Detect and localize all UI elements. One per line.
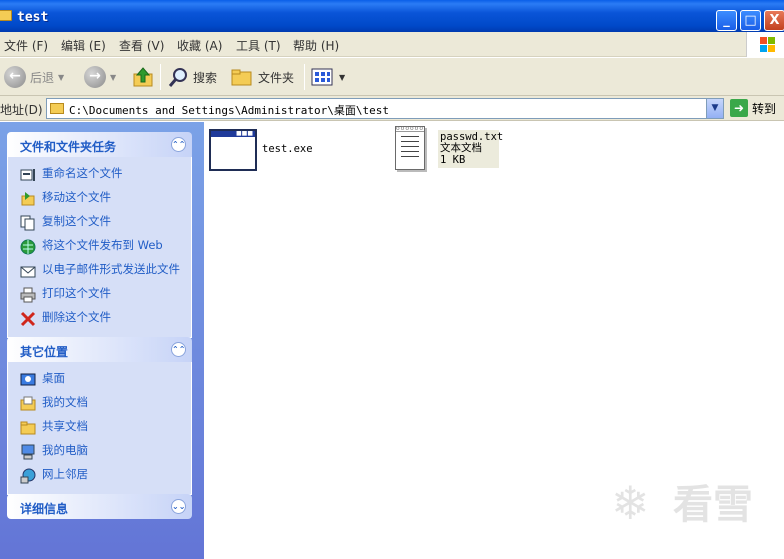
menu-help[interactable]: 帮助 (H) bbox=[293, 37, 339, 54]
back-button[interactable]: ← 后退 ▼ bbox=[4, 64, 64, 90]
folders-button[interactable]: 文件夹 bbox=[230, 64, 294, 90]
address-input[interactable]: C:\Documents and Settings\Administrator\… bbox=[46, 98, 724, 119]
move-icon bbox=[21, 192, 35, 206]
file-tasks-panel: 文件和文件夹任务 ⌃⌃ 重命名这个文件 移动这个文件 复制这个文件 将这个文件发… bbox=[7, 132, 192, 338]
close-button[interactable]: X bbox=[764, 10, 784, 31]
file-item-selected[interactable]: oooooo passwd.txt 文本文档 1 KB bbox=[204, 122, 504, 178]
maximize-button[interactable]: □ bbox=[740, 10, 761, 31]
watermark: ❄ 看雪 bbox=[611, 478, 771, 532]
go-arrow-icon: ➜ bbox=[730, 99, 748, 117]
folder-icon bbox=[50, 103, 64, 114]
delete-icon bbox=[20, 311, 36, 327]
email-icon bbox=[20, 266, 36, 278]
menu-bar: 文件 (F) 编辑 (E) 查看 (V) 收藏 (A) 工具 (T) 帮助 (H… bbox=[0, 32, 784, 57]
publish-web-icon bbox=[20, 239, 36, 255]
toolbar: ← 后退 ▼ → ▼ 搜索 文件夹 ▼ bbox=[0, 58, 784, 96]
my-documents-icon bbox=[20, 396, 36, 411]
menu-tools[interactable]: 工具 (T) bbox=[236, 37, 281, 54]
windows-logo-icon bbox=[746, 32, 784, 57]
task-rename[interactable]: 重命名这个文件 bbox=[20, 163, 191, 187]
back-dropdown-icon: ▼ bbox=[58, 72, 65, 82]
network-places-icon bbox=[20, 468, 36, 484]
up-button[interactable] bbox=[132, 64, 154, 90]
forward-button[interactable]: → ▼ bbox=[84, 64, 116, 90]
text-document-icon: oooooo bbox=[395, 126, 425, 170]
minimize-button[interactable]: _ bbox=[716, 10, 737, 31]
expand-chevron-icon[interactable]: ⌄⌄ bbox=[171, 499, 186, 514]
views-button[interactable]: ▼ bbox=[311, 64, 345, 90]
menu-favorites[interactable]: 收藏 (A) bbox=[177, 37, 222, 54]
task-pane: 文件和文件夹任务 ⌃⌃ 重命名这个文件 移动这个文件 复制这个文件 将这个文件发… bbox=[0, 122, 204, 559]
place-desktop[interactable]: 桌面 bbox=[20, 368, 191, 392]
folders-icon bbox=[231, 69, 252, 86]
place-my-documents[interactable]: 我的文档 bbox=[20, 392, 191, 416]
address-path: C:\Documents and Settings\Administrator\… bbox=[69, 104, 390, 117]
task-delete[interactable]: 删除这个文件 bbox=[20, 307, 191, 331]
task-move[interactable]: 移动这个文件 bbox=[20, 187, 191, 211]
search-magnifier-icon bbox=[168, 68, 187, 87]
task-copy[interactable]: 复制这个文件 bbox=[20, 211, 191, 235]
menu-edit[interactable]: 编辑 (E) bbox=[61, 37, 106, 54]
collapse-chevron-icon[interactable]: ⌃⌃ bbox=[171, 342, 186, 357]
other-places-panel: 其它位置 ⌃⌃ 桌面 我的文档 共享文档 我的电脑 网上邻居 bbox=[7, 337, 192, 495]
place-shared-documents[interactable]: 共享文档 bbox=[20, 416, 191, 440]
go-button[interactable]: ➜ 转到 bbox=[730, 99, 776, 117]
menu-file[interactable]: 文件 (F) bbox=[4, 37, 48, 54]
up-folder-icon bbox=[133, 67, 153, 87]
details-header[interactable]: 详细信息 ⌄⌄ bbox=[7, 494, 192, 519]
address-label: 地址(D) bbox=[0, 103, 43, 117]
other-places-header[interactable]: 其它位置 ⌃⌃ bbox=[7, 337, 192, 362]
snowflake-icon: ❄ bbox=[611, 476, 650, 530]
title-bar[interactable]: test _ □ X bbox=[0, 0, 784, 32]
copy-icon bbox=[20, 215, 35, 231]
file-size: 1 KB bbox=[440, 154, 466, 166]
printer-icon bbox=[20, 287, 36, 303]
views-icon bbox=[311, 68, 333, 86]
search-button[interactable]: 搜索 bbox=[167, 64, 217, 90]
file-tasks-header[interactable]: 文件和文件夹任务 ⌃⌃ bbox=[7, 132, 192, 157]
watermark-text: 看雪 bbox=[673, 482, 753, 528]
task-email[interactable]: 以电子邮件形式发送此文件 bbox=[20, 259, 191, 283]
task-print[interactable]: 打印这个文件 bbox=[20, 283, 191, 307]
window-title: test bbox=[17, 10, 49, 25]
forward-dropdown-icon: ▼ bbox=[110, 72, 117, 82]
address-bar: 地址(D) C:\Documents and Settings\Administ… bbox=[0, 96, 784, 121]
task-publish-web[interactable]: 将这个文件发布到 Web bbox=[20, 235, 191, 259]
menu-view[interactable]: 查看 (V) bbox=[119, 37, 164, 54]
place-network[interactable]: 网上邻居 bbox=[20, 464, 191, 488]
collapse-chevron-icon[interactable]: ⌃⌃ bbox=[171, 137, 186, 152]
place-my-computer[interactable]: 我的电脑 bbox=[20, 440, 191, 464]
shared-documents-icon bbox=[20, 421, 36, 435]
views-dropdown-icon: ▼ bbox=[339, 72, 346, 82]
details-panel: 详细信息 ⌄⌄ bbox=[7, 494, 192, 519]
address-dropdown-button[interactable]: ▼ bbox=[706, 99, 723, 118]
back-arrow-icon: ← bbox=[4, 66, 26, 88]
rename-icon bbox=[20, 169, 35, 181]
desktop-icon bbox=[20, 373, 36, 386]
forward-arrow-icon: → bbox=[84, 66, 106, 88]
my-computer-icon bbox=[21, 444, 35, 460]
file-type: 文本文档 bbox=[440, 142, 482, 154]
folder-icon bbox=[0, 10, 12, 21]
